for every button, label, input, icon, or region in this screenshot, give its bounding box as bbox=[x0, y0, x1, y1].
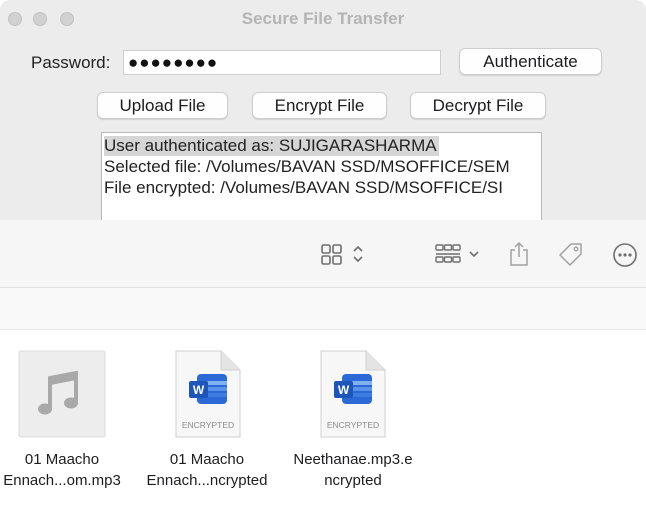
svg-text:W: W bbox=[338, 383, 350, 397]
share-icon[interactable] bbox=[508, 240, 530, 268]
log-line: File encrypted: /Volumes/BAVAN SSD/MSOFF… bbox=[104, 178, 503, 197]
tag-icon[interactable] bbox=[557, 241, 585, 269]
encrypted-badge: ENCRYPTED bbox=[327, 420, 379, 430]
password-field[interactable]: ●●●●●●●● bbox=[123, 50, 441, 75]
file-name[interactable]: Neethanae.mp3.e ncrypted bbox=[282, 449, 424, 491]
password-label: Password: bbox=[31, 53, 111, 72]
file-name[interactable]: 01 Maacho Ennach...om.mp3 bbox=[0, 449, 133, 491]
svg-text:W: W bbox=[193, 383, 205, 397]
secure-file-transfer-window: Secure File Transfer Password: ●●●●●●●● … bbox=[0, 0, 646, 220]
decrypt-file-button[interactable]: Decrypt File bbox=[410, 92, 546, 119]
log-line: User authenticated as: SUJIGARASHARMA bbox=[104, 136, 439, 156]
word-document-icon[interactable]: W ENCRYPTED bbox=[320, 350, 386, 438]
window-title: Secure File Transfer bbox=[241, 9, 405, 28]
audio-file-icon[interactable] bbox=[18, 350, 106, 438]
log-line: Selected file: /Volumes/BAVAN SSD/MSOFFI… bbox=[104, 157, 510, 176]
titlebar: Secure File Transfer bbox=[0, 0, 646, 38]
finder-column-header-area bbox=[0, 288, 646, 330]
upload-file-button[interactable]: Upload File bbox=[97, 92, 228, 119]
icon-view-grid-icon[interactable] bbox=[320, 242, 368, 266]
group-by-icon[interactable] bbox=[434, 242, 484, 266]
encrypt-file-button[interactable]: Encrypt File bbox=[252, 92, 387, 119]
more-options-icon[interactable] bbox=[612, 242, 638, 268]
finder-toolbar bbox=[0, 220, 646, 288]
finder-window: 01 Maacho Ennach...om.mp3 W ENCRYPTED 01… bbox=[0, 220, 646, 526]
authenticate-button[interactable]: Authenticate bbox=[459, 48, 602, 75]
file-name[interactable]: 01 Maacho Ennach...ncrypted bbox=[136, 449, 278, 491]
word-document-icon[interactable]: W ENCRYPTED bbox=[175, 350, 241, 438]
encrypted-badge: ENCRYPTED bbox=[182, 420, 234, 430]
status-log[interactable]: User authenticated as: SUJIGARASHARMA Se… bbox=[101, 132, 542, 220]
